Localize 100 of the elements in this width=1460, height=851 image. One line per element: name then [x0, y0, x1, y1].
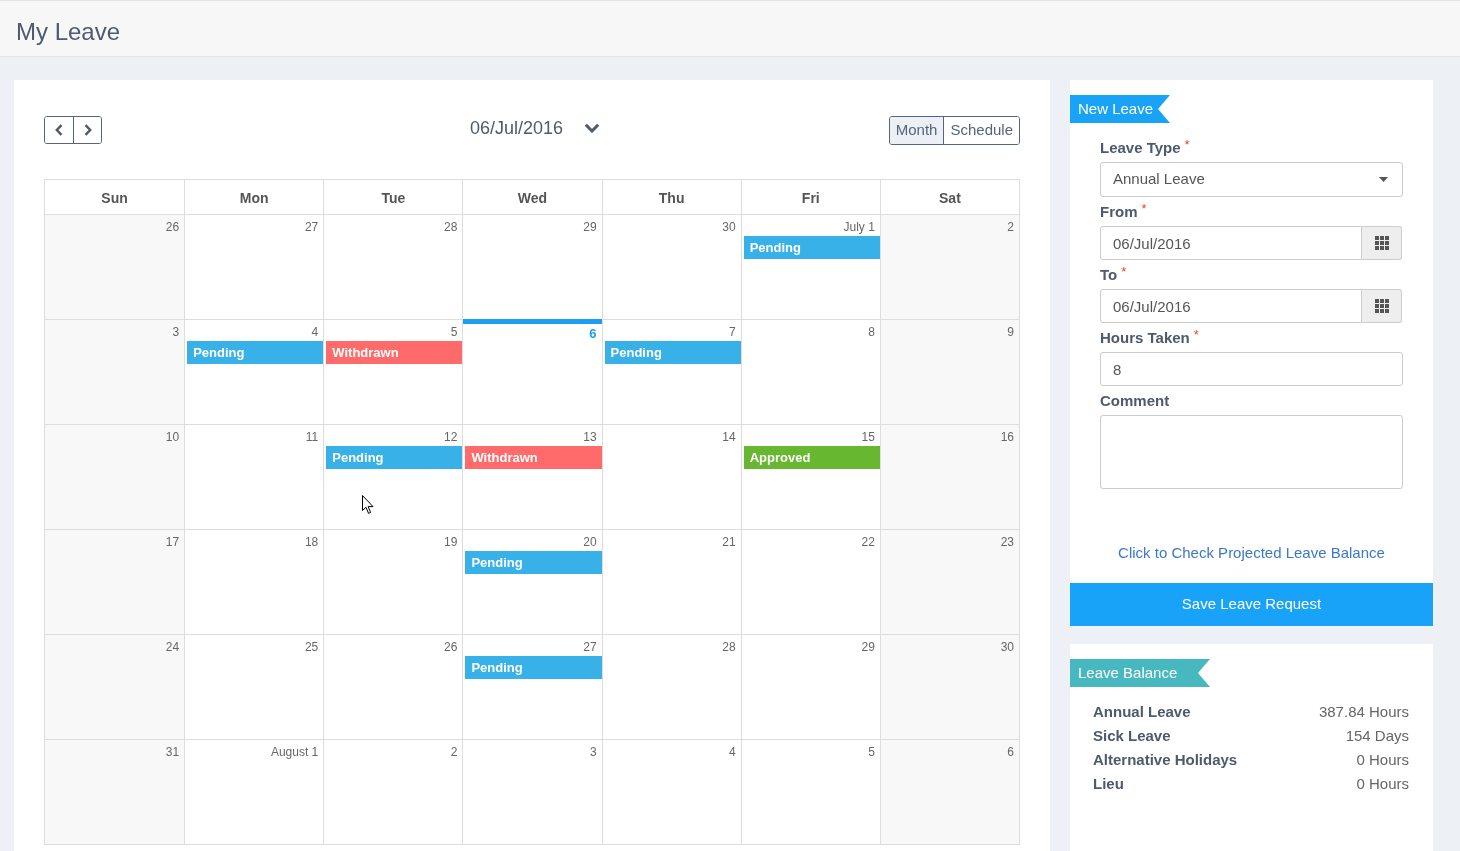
weekday-header: Fri — [740, 180, 880, 214]
day-number: 30 — [722, 219, 736, 235]
day-number: 8 — [868, 324, 875, 340]
day-number: 18 — [304, 534, 319, 550]
day-number: July 1 — [843, 219, 875, 235]
day-cell[interactable]: 16 — [879, 425, 1019, 529]
day-number: 4 — [729, 744, 736, 760]
day-number: 6 — [589, 325, 597, 342]
next-button[interactable] — [73, 117, 101, 143]
day-number: 28 — [722, 639, 736, 655]
day-cell[interactable]: 27 Pending — [462, 635, 602, 739]
day-number: 2 — [1007, 219, 1014, 235]
page-title: My Leave — [16, 17, 121, 47]
day-number: 20 — [583, 534, 597, 550]
balance-value: 0 Hours — [1356, 773, 1409, 794]
balance-label: Alternative Holidays — [1093, 749, 1238, 770]
day-number: 9 — [1007, 324, 1014, 340]
day-cell[interactable]: 24 — [45, 635, 185, 739]
weekday-header: Wed — [462, 180, 602, 214]
field-label: Leave Type * — [1100, 138, 1190, 158]
field-label: To * — [1100, 265, 1127, 285]
weekday-header: Mon — [184, 180, 324, 214]
day-number: 29 — [583, 219, 597, 235]
projected-balance-link[interactable]: Click to Check Projected Leave Balance — [1118, 543, 1385, 563]
balance-label: Annual Leave — [1093, 701, 1191, 722]
day-cell[interactable]: 7 Pending — [601, 320, 741, 424]
weekday-header: Sun — [100, 189, 129, 208]
day-number: 16 — [1000, 429, 1014, 445]
date-input-field[interactable]: 06/Jul/2016 — [1100, 226, 1362, 260]
balance-value: 0 Hours — [1356, 749, 1409, 770]
grid-icon — [1374, 299, 1389, 313]
day-number: 21 — [722, 534, 736, 550]
day-cell[interactable]: 3 — [45, 320, 185, 424]
day-number: 5 — [868, 744, 875, 760]
day-number: 27 — [583, 639, 597, 655]
field-label: Hours Taken * — [1100, 328, 1199, 348]
day-number: 14 — [722, 429, 736, 445]
day-number: 12 — [444, 429, 458, 445]
day-number: 26 — [444, 639, 458, 655]
balance-label: Sick Leave — [1093, 725, 1171, 746]
view-tab[interactable]: Schedule — [943, 116, 1019, 144]
chevron-right-icon — [83, 124, 92, 136]
day-cell[interactable]: 15 Approved — [740, 425, 880, 529]
day-number: 11 — [305, 429, 319, 445]
day-cell[interactable]: 12 Pending — [323, 425, 463, 529]
day-cell[interactable]: 23 — [879, 530, 1019, 634]
day-cell[interactable]: 4 Pending — [184, 320, 324, 424]
day-cell[interactable]: 31 — [45, 740, 185, 844]
day-number: 4 — [311, 324, 319, 340]
section-ribbon: New Leave — [1070, 95, 1170, 123]
day-cell[interactable]: 20 Pending — [462, 530, 602, 634]
day-number: 19 — [444, 534, 458, 550]
day-cell[interactable]: 17 — [45, 530, 185, 634]
day-number: 23 — [1000, 534, 1014, 550]
view-tab[interactable]: Month — [889, 116, 944, 144]
day-cell[interactable]: 2 — [879, 215, 1019, 319]
day-number: 25 — [304, 639, 319, 655]
day-number: 27 — [304, 219, 319, 235]
balance-value: 387.84 Hours — [1318, 701, 1409, 722]
day-number: August 1 — [270, 744, 319, 760]
caret-down-icon — [1379, 177, 1388, 182]
chevron-left-icon — [55, 124, 63, 136]
calendar-button[interactable] — [1362, 289, 1402, 323]
day-cell[interactable]: 26 — [45, 215, 185, 319]
calendar-button[interactable] — [1362, 226, 1402, 260]
day-cell[interactable]: 6 — [879, 740, 1019, 844]
date-input-field[interactable]: 06/Jul/2016 — [1100, 289, 1362, 323]
day-number: 5 — [450, 324, 458, 340]
dropdown-field[interactable]: Annual Leave — [1100, 162, 1403, 197]
day-number: 31 — [165, 744, 180, 760]
day-number: 15 — [861, 429, 875, 445]
field-label: Comment — [1100, 391, 1170, 411]
grid-icon — [1374, 236, 1389, 250]
day-number: 22 — [861, 534, 875, 550]
day-number: 6 — [1007, 744, 1014, 760]
day-number: 3 — [589, 744, 597, 760]
day-cell[interactable]: July 1 Pending — [740, 215, 880, 319]
pointer-cursor-icon — [362, 495, 374, 514]
balance-value: 154 Days — [1345, 725, 1409, 746]
day-cell[interactable]: 5 Withdrawn — [323, 320, 463, 424]
day-number: 24 — [165, 639, 180, 655]
day-number: 7 — [729, 324, 736, 340]
day-number: 26 — [165, 219, 180, 235]
weekday-header: Tue — [323, 180, 463, 214]
date-dropdown-button[interactable]: 06/Jul/2016 — [463, 114, 601, 142]
weekday-header: Sat — [879, 180, 1019, 214]
day-number: 30 — [1000, 639, 1014, 655]
field-label: From * — [1100, 202, 1147, 222]
day-cell[interactable]: 13 Withdrawn — [462, 425, 602, 529]
day-number: 10 — [165, 429, 180, 445]
day-cell[interactable]: 9 — [879, 320, 1019, 424]
day-cell[interactable]: 10 — [45, 425, 185, 529]
day-number: 17 — [165, 534, 180, 550]
text-input-field[interactable]: 8 — [1100, 352, 1403, 386]
day-number: 13 — [583, 429, 597, 445]
balance-label: Lieu — [1093, 773, 1124, 794]
chevron-down-icon — [584, 123, 601, 133]
day-number: 3 — [172, 324, 180, 340]
day-number: 2 — [450, 744, 458, 760]
day-cell[interactable]: 30 — [879, 635, 1019, 739]
